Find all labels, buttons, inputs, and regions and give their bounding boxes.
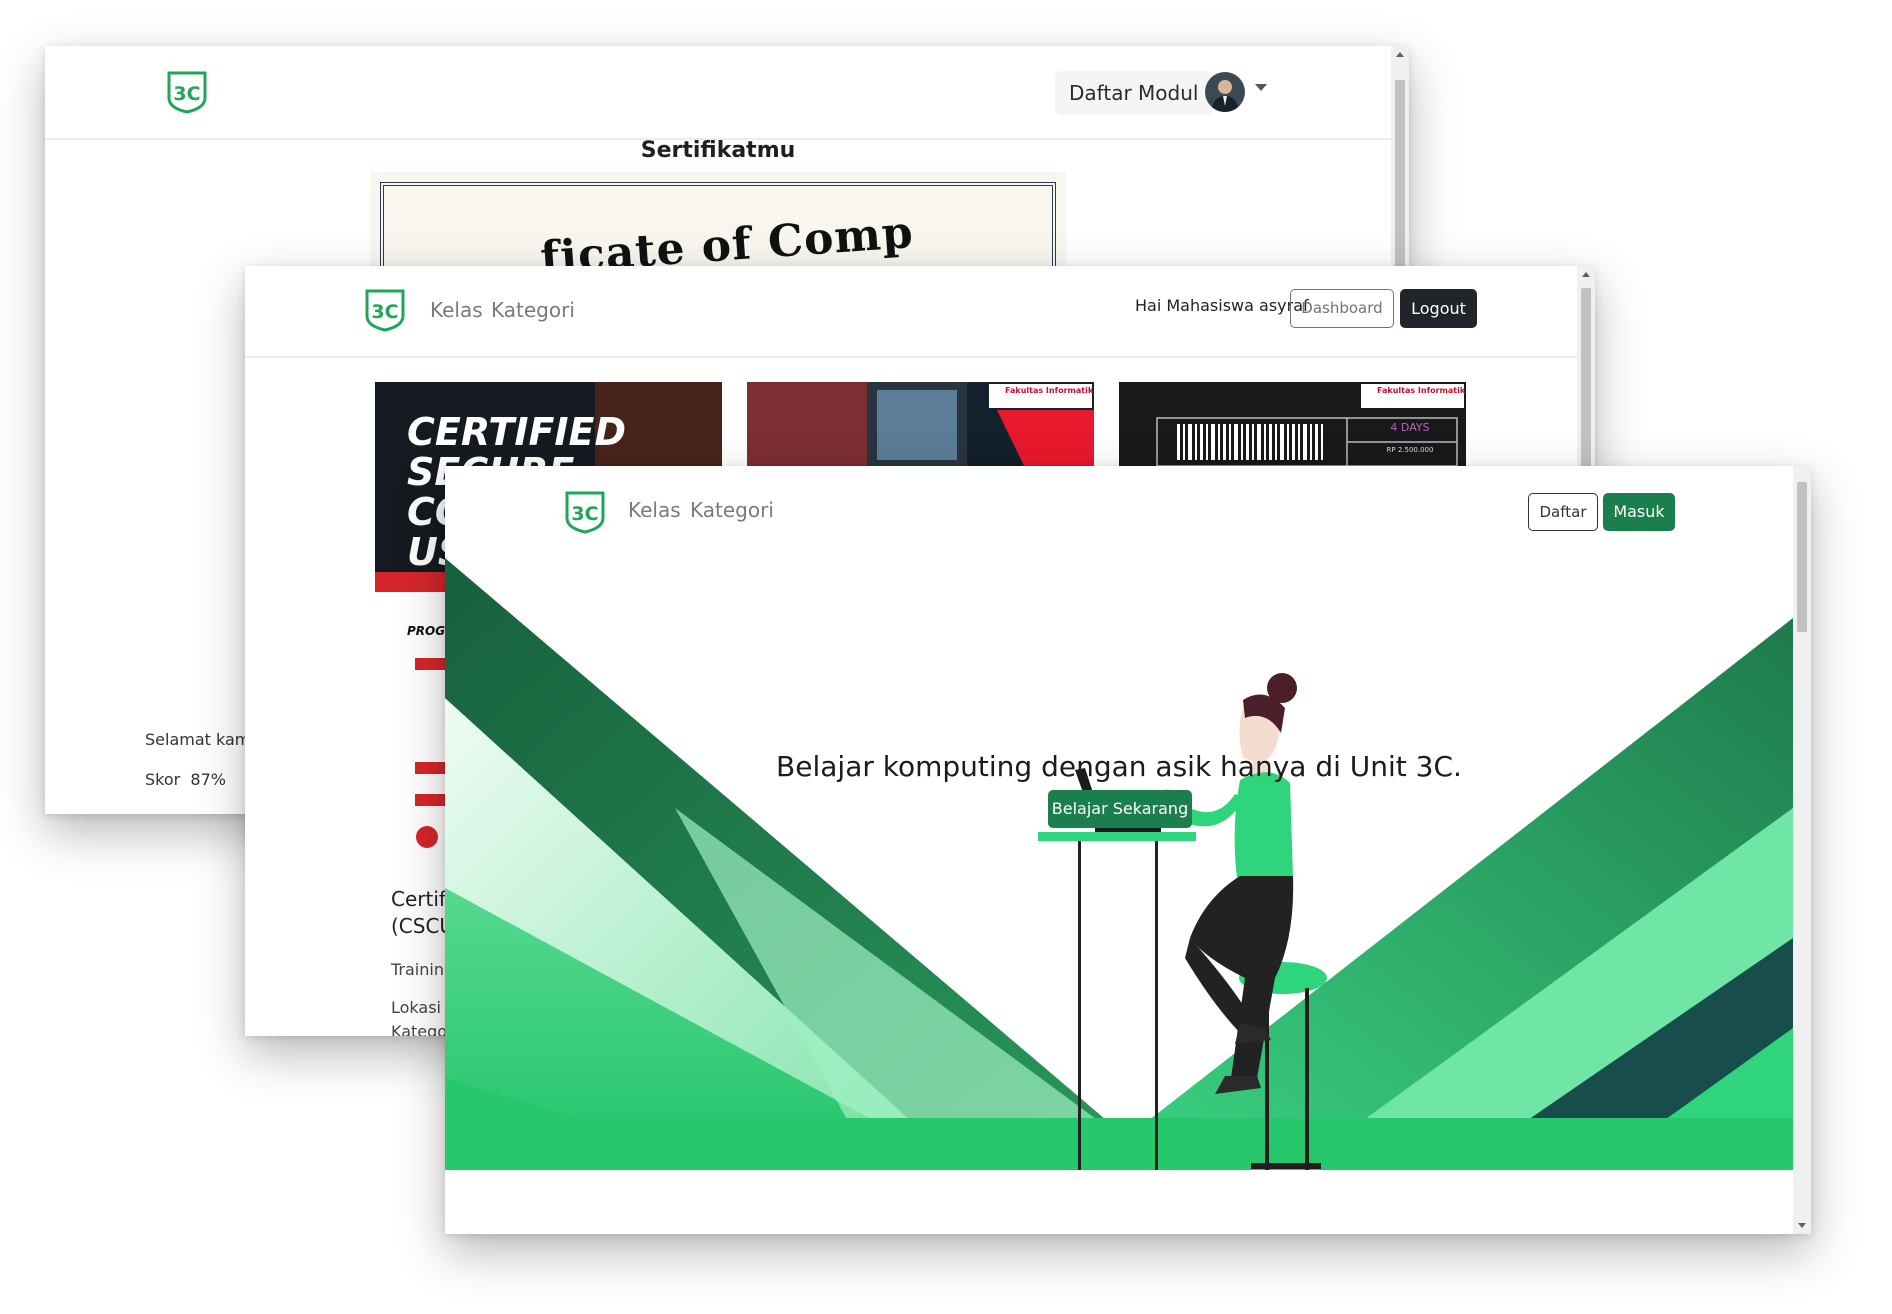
certificate-navbar: 3C Daftar Modul	[45, 46, 1391, 140]
nav-link-kelas[interactable]: Kelas	[628, 498, 681, 522]
certificate-heading: Sertifikatmu	[640, 138, 796, 163]
course-card-image[interactable]: Fakultas Informatika	[747, 382, 1094, 472]
unit-3c-logo[interactable]: 3C	[563, 490, 607, 534]
hero-illustration	[445, 558, 1793, 1170]
svg-text:3C: 3C	[571, 503, 598, 525]
modules-list-button[interactable]: Daftar Modul	[1055, 71, 1213, 115]
score-value: 87%	[190, 770, 226, 789]
banner-text: CERTIFIED	[407, 410, 627, 454]
course-location-label: Lokasi	[391, 998, 441, 1017]
landing-window: 3C Kelas Kategori Daftar Masuk Belajar k…	[445, 466, 1811, 1234]
hero-title: Belajar komputing dengan asik hanya di U…	[776, 750, 1462, 783]
faculty-badge: Fakultas Informatika	[1377, 386, 1466, 395]
courses-navbar: 3C Kelas Kategori Hai Mahasiswa asyraf D…	[245, 266, 1577, 358]
faculty-badge: Fakultas Informatika	[1005, 386, 1094, 395]
score-label: Skor	[145, 770, 181, 789]
nav-link-kelas[interactable]: Kelas	[430, 298, 483, 322]
register-button[interactable]: Daftar	[1528, 493, 1598, 531]
unit-3c-logo[interactable]: 3C	[165, 70, 209, 114]
start-learning-button[interactable]: Belajar Sekarang	[1048, 790, 1192, 828]
score-line: Skor 87%	[145, 770, 226, 789]
landing-navbar: 3C Kelas Kategori Daftar Masuk	[445, 466, 1793, 560]
scrollbar[interactable]	[1793, 466, 1811, 1234]
scroll-down-icon[interactable]	[1798, 1223, 1806, 1228]
unit-3c-logo[interactable]: 3C	[363, 288, 407, 332]
hero-banner: Belajar komputing dengan asik hanya di U…	[445, 558, 1793, 1170]
scroll-thumb[interactable]	[1797, 482, 1807, 632]
logout-button[interactable]: Logout	[1400, 289, 1477, 328]
nav-link-kategori[interactable]: Kategori	[491, 298, 575, 322]
user-avatar[interactable]	[1205, 72, 1245, 112]
price-label: RP 2.500.000	[1386, 446, 1434, 454]
congrats-text: Selamat kamu	[145, 730, 261, 749]
greeting-text: Hai Mahasiswa asyraf	[1135, 296, 1309, 315]
scroll-up-icon[interactable]	[1582, 272, 1590, 277]
scroll-up-icon[interactable]	[1396, 52, 1404, 57]
duration-label: 4 DAYS	[1390, 421, 1430, 434]
login-button[interactable]: Masuk	[1603, 493, 1675, 531]
nav-link-kategori[interactable]: Kategori	[690, 498, 774, 522]
chevron-down-icon[interactable]	[1255, 84, 1267, 91]
scroll-thumb[interactable]	[1581, 288, 1591, 468]
svg-text:3C: 3C	[173, 83, 200, 105]
course-card-image[interactable]: Fakultas Informatika 4 DAYS RP 2.500.000	[1119, 382, 1466, 472]
svg-text:3C: 3C	[371, 301, 398, 323]
dashboard-button[interactable]: Dashboard	[1290, 289, 1394, 328]
